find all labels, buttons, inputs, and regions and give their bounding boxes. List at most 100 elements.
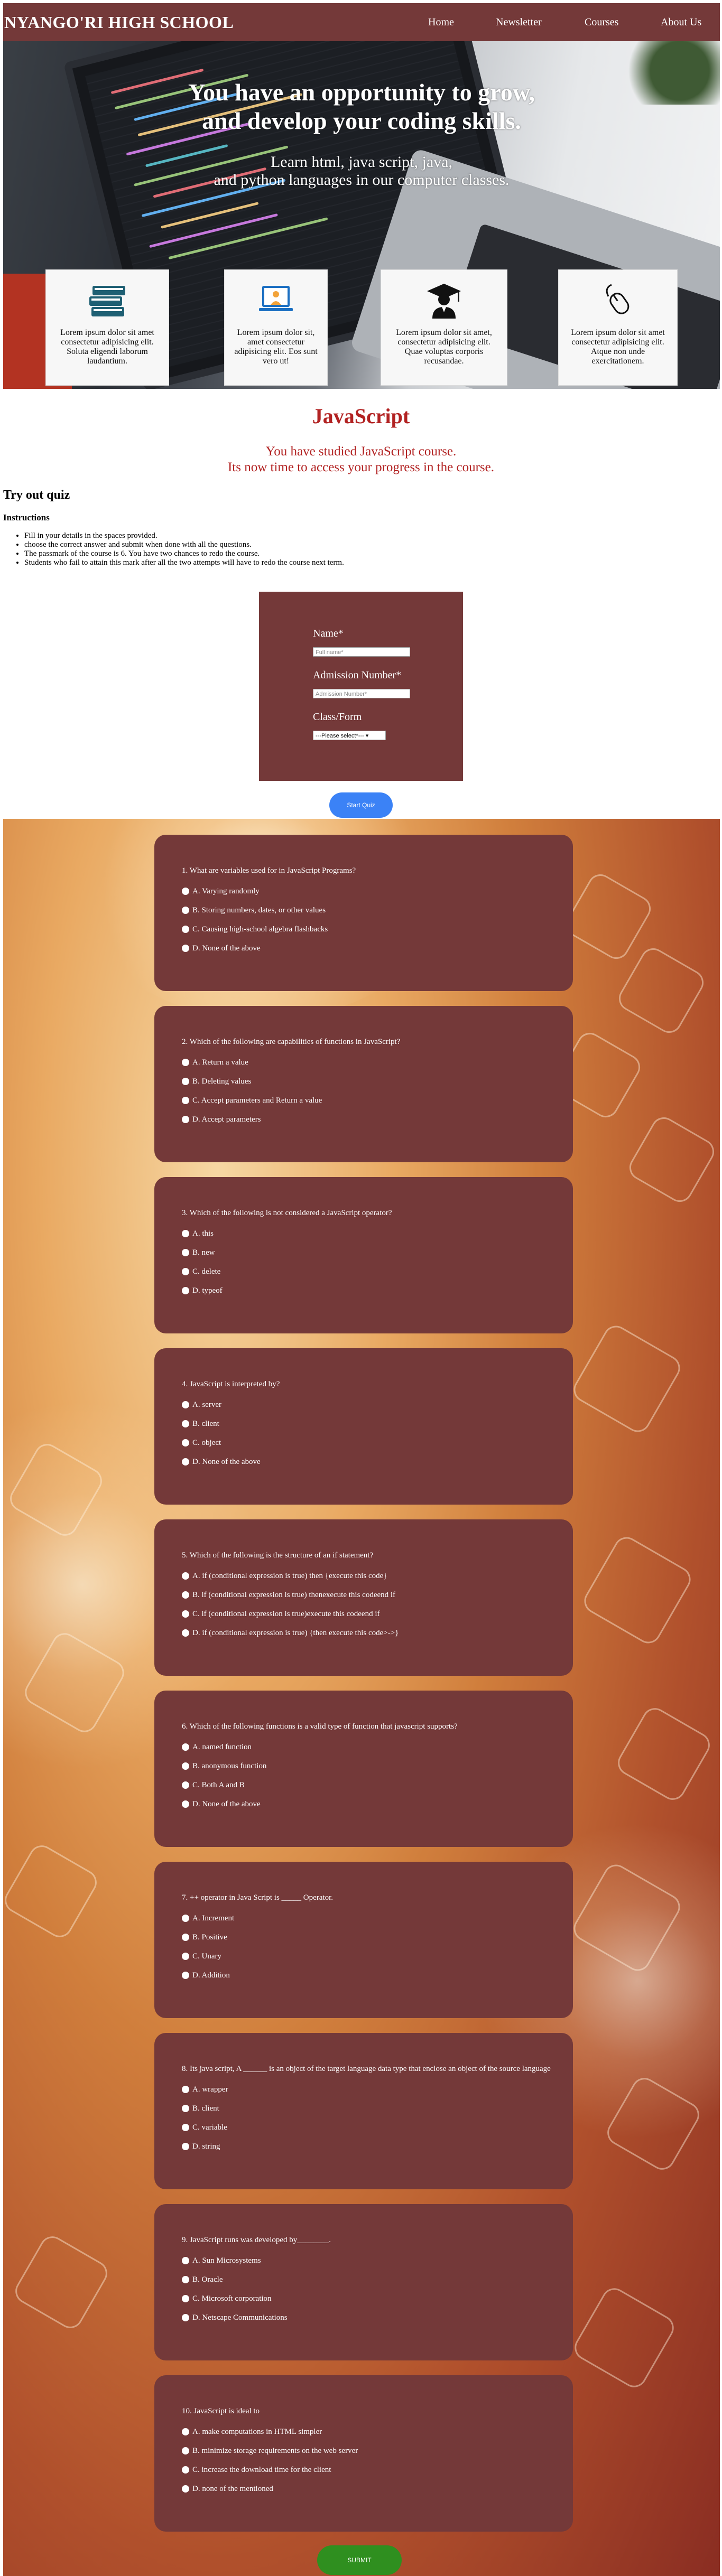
instruction-item: choose the correct answer and submit whe…	[24, 540, 344, 549]
radio-button[interactable]	[182, 1953, 189, 1960]
question-text: 8. Its java script, A ______ is an objec…	[182, 2065, 551, 2073]
radio-button[interactable]	[182, 1059, 189, 1066]
radio-button[interactable]	[182, 1097, 189, 1104]
answer-option[interactable]: C. delete	[182, 1267, 573, 1276]
answer-option[interactable]: C. Microsoft corporation	[182, 2294, 573, 2303]
radio-button[interactable]	[182, 2276, 189, 2283]
answer-option[interactable]: C. Unary	[182, 1952, 573, 1961]
answer-option[interactable]: A. server	[182, 1401, 573, 1409]
radio-button[interactable]	[182, 2105, 189, 2112]
radio-button[interactable]	[182, 1762, 189, 1770]
radio-button[interactable]	[182, 2257, 189, 2264]
answer-option[interactable]: B. Positive	[182, 1933, 573, 1942]
answer-option[interactable]: B. Oracle	[182, 2275, 573, 2284]
radio-button[interactable]	[182, 1230, 189, 1237]
radio-button[interactable]	[182, 945, 189, 952]
radio-button[interactable]	[182, 1629, 189, 1637]
radio-button[interactable]	[182, 1287, 189, 1294]
answer-option[interactable]: A. this	[182, 1229, 573, 1238]
answer-option[interactable]: D. typeof	[182, 1286, 573, 1295]
radio-button[interactable]	[182, 1458, 189, 1466]
nav-about-link[interactable]: About Us	[661, 16, 719, 29]
radio-button[interactable]	[182, 1800, 189, 1808]
answer-option[interactable]: A. if (conditional expression is true) t…	[182, 1572, 573, 1580]
answer-option[interactable]: D. none of the mentioned	[182, 2485, 573, 2493]
submit-button[interactable]: SUBMIT	[317, 2545, 402, 2575]
radio-button[interactable]	[182, 1591, 189, 1599]
radio-button[interactable]	[182, 1078, 189, 1085]
feature-card-mouse: Lorem ipsum dolor sit amet consectetur a…	[558, 269, 678, 386]
radio-button[interactable]	[182, 2466, 189, 2474]
start-quiz-button[interactable]: Start Quiz	[329, 792, 393, 818]
answer-option[interactable]: D. Netscape Communications	[182, 2313, 573, 2322]
radio-button[interactable]	[182, 2143, 189, 2150]
full-name-input[interactable]: Full name*	[313, 647, 410, 657]
radio-button[interactable]	[182, 2485, 189, 2493]
answer-option[interactable]: A. Increment	[182, 1914, 573, 1922]
answer-option[interactable]: B. Deleting values	[182, 1077, 573, 1086]
answer-option[interactable]: B. new	[182, 1248, 573, 1257]
radio-button[interactable]	[182, 1915, 189, 1922]
radio-button[interactable]	[182, 2447, 189, 2454]
answer-option[interactable]: C. Both A and B	[182, 1781, 573, 1789]
answer-option[interactable]: D. if (conditional expression is true) {…	[182, 1629, 573, 1637]
question-text: 2. Which of the following are capabiliti…	[182, 1038, 401, 1046]
answer-option[interactable]: C. Causing high-school algebra flashback…	[182, 925, 573, 934]
answer-option[interactable]: B. client	[182, 1420, 573, 1428]
answer-option[interactable]: A. wrapper	[182, 2085, 573, 2094]
radio-button[interactable]	[182, 1610, 189, 1618]
answer-option[interactable]: B. anonymous function	[182, 1762, 573, 1770]
answer-option[interactable]: A. Sun Microsystems	[182, 2256, 573, 2265]
radio-button[interactable]	[182, 1781, 189, 1789]
answer-option[interactable]: A. named function	[182, 1743, 573, 1751]
nav-newsletter-link[interactable]: Newsletter	[496, 16, 585, 29]
radio-button[interactable]	[182, 1743, 189, 1751]
answer-option[interactable]: D. None of the above	[182, 1458, 573, 1466]
answer-option[interactable]: C. if (conditional expression is true)ex…	[182, 1610, 573, 1618]
answer-option[interactable]: B. client	[182, 2104, 573, 2113]
radio-button[interactable]	[182, 2086, 189, 2093]
radio-button[interactable]	[182, 1249, 189, 1256]
radio-button[interactable]	[182, 1972, 189, 1979]
answer-option[interactable]: D. None of the above	[182, 944, 573, 953]
radio-button[interactable]	[182, 2295, 189, 2302]
answer-option[interactable]: A. make computations in HTML simpler	[182, 2428, 573, 2436]
radio-button[interactable]	[182, 1439, 189, 1446]
radio-button[interactable]	[182, 2124, 189, 2131]
radio-button[interactable]	[182, 1116, 189, 1123]
radio-button[interactable]	[182, 888, 189, 895]
instruction-item: Students who fail to attain this mark af…	[24, 558, 344, 567]
instructions-heading: Instructions	[3, 512, 50, 522]
radio-button[interactable]	[182, 907, 189, 914]
nav-courses-link[interactable]: Courses	[585, 16, 661, 29]
question-card-2: 2. Which of the following are capabiliti…	[154, 1006, 573, 1162]
answer-option[interactable]: D. None of the above	[182, 1800, 573, 1808]
graduate-icon	[427, 284, 461, 319]
admission-number-input[interactable]: Admission Number*	[313, 689, 410, 698]
answer-option[interactable]: B. Storing numbers, dates, or other valu…	[182, 906, 573, 914]
radio-button[interactable]	[182, 2314, 189, 2321]
answer-option[interactable]: C. variable	[182, 2123, 573, 2132]
answer-option[interactable]: D. string	[182, 2142, 573, 2151]
answer-option[interactable]: A. Return a value	[182, 1058, 573, 1067]
answer-option[interactable]: B. if (conditional expression is true) t…	[182, 1591, 573, 1599]
radio-button[interactable]	[182, 1401, 189, 1408]
instruction-item: The passmark of the course is 6. You hav…	[24, 549, 344, 558]
radio-button[interactable]	[182, 1268, 189, 1275]
answer-option[interactable]: A. Varying randomly	[182, 887, 573, 895]
radio-button[interactable]	[182, 926, 189, 933]
question-card-9: 9. JavaScript runs was developed by_____…	[154, 2204, 573, 2360]
radio-button[interactable]	[182, 1572, 189, 1580]
admission-label: Admission Number*	[313, 669, 402, 681]
nav-home-link[interactable]: Home	[428, 16, 496, 29]
answer-option[interactable]: C. object	[182, 1439, 573, 1447]
class-select[interactable]: ---Please select*--- ▾	[313, 731, 386, 740]
radio-button[interactable]	[182, 1934, 189, 1941]
answer-option[interactable]: C. Accept parameters and Return a value	[182, 1096, 573, 1105]
answer-option[interactable]: D. Accept parameters	[182, 1115, 573, 1124]
answer-option[interactable]: C. increase the download time for the cl…	[182, 2466, 573, 2474]
radio-button[interactable]	[182, 1420, 189, 1427]
answer-option[interactable]: B. minimize storage requirements on the …	[182, 2447, 573, 2455]
answer-option[interactable]: D. Addition	[182, 1971, 573, 1980]
radio-button[interactable]	[182, 2428, 189, 2435]
